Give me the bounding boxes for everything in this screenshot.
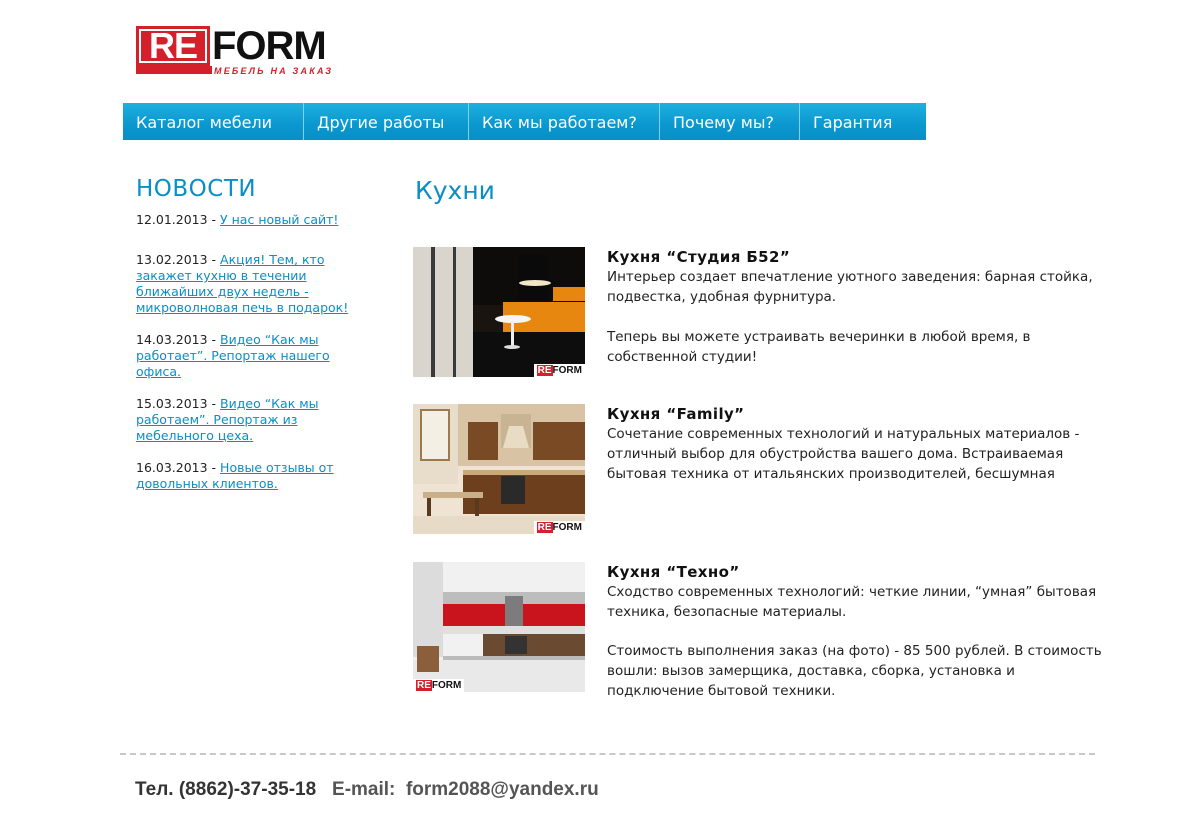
product-text: Кухня “Техно” Сходство современных техно… xyxy=(607,562,1102,701)
news-item: 16.03.2013 - Новые отзывы от довольных к… xyxy=(136,460,334,491)
product-title: Кухня “Family” xyxy=(607,405,745,423)
reform-badge: REFORM xyxy=(533,364,585,377)
product-card: REFORM Кухня “Студия Б52” Интерьер созда… xyxy=(413,247,1103,377)
news-date: 16.03.2013 xyxy=(136,460,208,475)
email-address[interactable]: form2088@yandex.ru xyxy=(406,779,599,800)
product-description: Сочетание современных технологий и натур… xyxy=(607,426,1080,482)
product-description: Сходство современных технологий: четкие … xyxy=(607,584,1097,620)
news-item: 14.03.2013 - Видео “Как мы работает”. Ре… xyxy=(136,332,330,379)
nav-how-we-work[interactable]: Как мы работаем? xyxy=(469,103,660,140)
product-title: Кухня “Техно” xyxy=(607,563,740,581)
logo-subtitle: мебель на заказ xyxy=(214,66,334,76)
nav-why-us[interactable]: Почему мы? xyxy=(660,103,800,140)
footer-divider xyxy=(120,753,1095,755)
nav-guarantee[interactable]: Гарантия xyxy=(800,103,926,140)
logo[interactable]: RE FORM мебель на заказ xyxy=(136,26,376,76)
product-title: Кухня “Студия Б52” xyxy=(607,248,791,266)
news-list: 12.01.2013 - У нас новый сайт! 13.02.201… xyxy=(136,212,376,492)
product-image-family[interactable]: REFORM xyxy=(413,404,585,534)
logo-form-text: FORM xyxy=(212,24,327,68)
product-card: REFORM Кухня “Техно” Сходство современны… xyxy=(413,562,1103,699)
reform-badge: REFORM xyxy=(533,521,585,534)
phone-label: Тел. xyxy=(135,779,174,800)
product-image-studio[interactable]: REFORM xyxy=(413,247,585,377)
reform-badge: REFORM xyxy=(413,679,465,692)
news-date: 12.01.2013 xyxy=(136,212,208,227)
news-link[interactable]: У нас новый сайт! xyxy=(220,212,338,227)
product-text: Кухня “Студия Б52” Интерьер создает впеч… xyxy=(607,247,1102,367)
news-title: НОВОСТИ xyxy=(136,176,257,202)
main-nav: Каталог мебели Другие работы Как мы рабо… xyxy=(123,103,926,140)
news-date: 13.02.2013 xyxy=(136,252,208,267)
news-item: 15.03.2013 - Видео “Как мы работаем”. Ре… xyxy=(136,396,319,443)
news-item: 12.01.2013 - У нас новый сайт! xyxy=(136,212,339,227)
product-description: Теперь вы можете устраивать вечеринки в … xyxy=(607,329,1031,365)
news-date: 15.03.2013 xyxy=(136,396,208,411)
page-title: Кухни xyxy=(415,176,495,205)
product-image-techno[interactable]: REFORM xyxy=(413,562,585,692)
product-card: REFORM Кухня “Family” Сочетание современ… xyxy=(413,404,1103,534)
logo-re-mark: RE xyxy=(136,26,210,66)
nav-catalog[interactable]: Каталог мебели xyxy=(123,103,304,140)
product-description: Стоимость выполнения заказ (на фото) - 8… xyxy=(607,643,1102,699)
footer-contacts: Тел. (8862)-37-35-18 E-mail: form2088@ya… xyxy=(135,779,599,801)
nav-other-works[interactable]: Другие работы xyxy=(304,103,469,140)
phone-number[interactable]: (8862)-37-35-18 xyxy=(179,779,316,800)
product-text: Кухня “Family” Сочетание современных тех… xyxy=(607,404,1102,484)
logo-red-bar xyxy=(136,66,212,74)
product-description: Интерьер создает впечатление уютного зав… xyxy=(607,269,1093,305)
email-label: E-mail: xyxy=(332,779,396,800)
news-date: 14.03.2013 xyxy=(136,332,208,347)
news-item: 13.02.2013 - Акция! Тем, кто закажет кух… xyxy=(136,252,349,315)
